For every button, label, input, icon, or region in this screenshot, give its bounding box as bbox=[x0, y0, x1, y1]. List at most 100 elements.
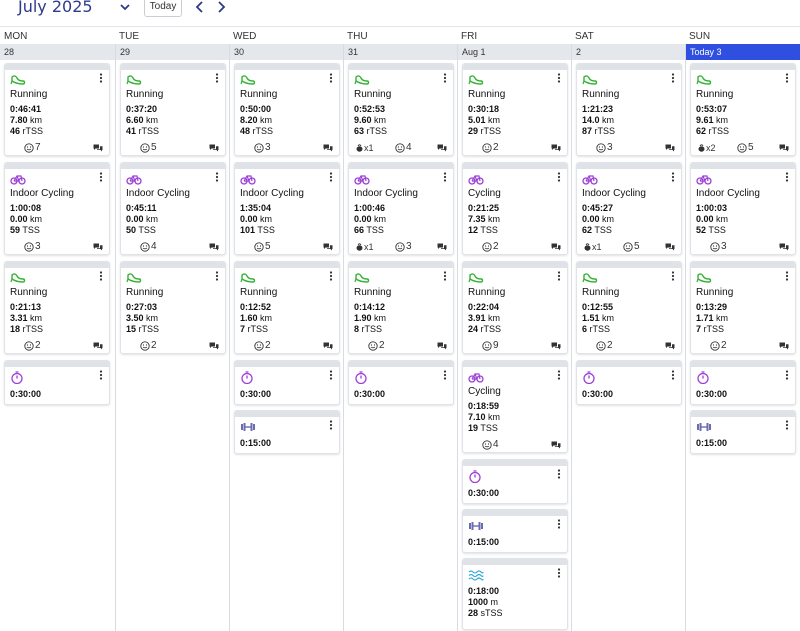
comments-icon[interactable] bbox=[779, 144, 789, 152]
more-vertical-icon[interactable] bbox=[215, 172, 219, 182]
smiley-icon[interactable]: 2 bbox=[140, 340, 160, 352]
more-vertical-icon[interactable] bbox=[557, 271, 561, 281]
more-vertical-icon[interactable] bbox=[443, 73, 447, 83]
smiley-icon[interactable]: 2 bbox=[368, 340, 388, 352]
comments-icon[interactable] bbox=[551, 243, 561, 251]
comments-icon[interactable] bbox=[437, 342, 447, 350]
more-vertical-icon[interactable] bbox=[329, 172, 333, 182]
comments-icon[interactable] bbox=[209, 243, 219, 251]
more-vertical-icon[interactable] bbox=[785, 271, 789, 281]
chevron-left-icon[interactable] bbox=[195, 1, 205, 13]
comments-icon[interactable] bbox=[93, 144, 103, 152]
workout-card[interactable]: Indoor Cycling 1:00:03 0.00 km 52 TSS 3 bbox=[690, 162, 796, 255]
workout-card[interactable]: 0:15:00 bbox=[690, 410, 796, 454]
more-vertical-icon[interactable] bbox=[443, 172, 447, 182]
workout-card[interactable]: Running 0:53:07 9.61 km 62 rTSS x2 5 bbox=[690, 63, 796, 156]
workout-card[interactable]: Running 0:46:41 7.80 km 46 rTSS 7 bbox=[4, 63, 110, 156]
comments-icon[interactable] bbox=[665, 243, 675, 251]
smiley-icon[interactable]: 2 bbox=[482, 241, 502, 253]
workout-card[interactable]: 0:30:00 bbox=[348, 360, 454, 405]
workout-card[interactable]: Indoor Cycling 0:45:11 0.00 km 50 TSS 4 bbox=[120, 162, 226, 255]
workout-card[interactable]: Running 1:21:23 14.0 km 87 rTSS 3 bbox=[576, 63, 682, 156]
comments-icon[interactable] bbox=[437, 243, 447, 251]
more-vertical-icon[interactable] bbox=[557, 469, 561, 479]
workout-card[interactable]: Indoor Cycling 0:45:27 0.00 km 62 TSS x1 5 bbox=[576, 162, 682, 255]
comments-icon[interactable] bbox=[779, 342, 789, 350]
smiley-icon[interactable]: 3 bbox=[395, 241, 415, 253]
smiley-icon[interactable]: 2 bbox=[254, 340, 274, 352]
more-vertical-icon[interactable] bbox=[557, 370, 561, 380]
smiley-icon[interactable]: 7 bbox=[24, 142, 44, 154]
more-vertical-icon[interactable] bbox=[329, 73, 333, 83]
month-title[interactable]: July 2025 bbox=[18, 0, 93, 16]
comments-icon[interactable] bbox=[323, 243, 333, 251]
workout-card[interactable]: Running 0:13:29 1.71 km 7 rTSS 2 bbox=[690, 261, 796, 354]
workout-card[interactable]: 0:15:00 bbox=[234, 410, 340, 454]
more-vertical-icon[interactable] bbox=[785, 370, 789, 380]
comments-icon[interactable] bbox=[551, 342, 561, 350]
today-button[interactable]: Today bbox=[144, 0, 182, 17]
smiley-icon[interactable]: 5 bbox=[254, 241, 274, 253]
smiley-icon[interactable]: 2 bbox=[482, 142, 502, 154]
workout-card[interactable]: 0:30:00 bbox=[4, 360, 110, 405]
smiley-icon[interactable]: 9 bbox=[482, 340, 502, 352]
smiley-icon[interactable]: 4 bbox=[140, 241, 160, 253]
smiley-icon[interactable]: 3 bbox=[710, 241, 730, 253]
smiley-icon[interactable]: 2 bbox=[24, 340, 44, 352]
workout-card[interactable]: Running 0:12:52 1.60 km 7 rTSS 2 bbox=[234, 261, 340, 354]
workout-card[interactable]: Indoor Cycling 1:00:08 0.00 km 59 TSS 3 bbox=[4, 162, 110, 255]
comments-icon[interactable] bbox=[323, 144, 333, 152]
smiley-icon[interactable]: 3 bbox=[596, 142, 616, 154]
workout-card[interactable]: Running 0:52:53 9.60 km 63 rTSS x1 4 bbox=[348, 63, 454, 156]
workout-card[interactable]: 0:30:00 bbox=[234, 360, 340, 405]
comments-icon[interactable] bbox=[209, 144, 219, 152]
more-vertical-icon[interactable] bbox=[99, 271, 103, 281]
comments-icon[interactable] bbox=[93, 342, 103, 350]
more-vertical-icon[interactable] bbox=[215, 271, 219, 281]
more-vertical-icon[interactable] bbox=[329, 370, 333, 380]
comments-icon[interactable] bbox=[209, 342, 219, 350]
comments-icon[interactable] bbox=[551, 441, 561, 449]
smiley-icon[interactable]: 5 bbox=[140, 142, 160, 154]
comments-icon[interactable] bbox=[93, 243, 103, 251]
smiley-icon[interactable]: 5 bbox=[623, 241, 643, 253]
more-vertical-icon[interactable] bbox=[99, 370, 103, 380]
workout-card[interactable]: Running 0:22:04 3.91 km 24 rTSS 9 bbox=[462, 261, 568, 354]
more-vertical-icon[interactable] bbox=[785, 73, 789, 83]
more-vertical-icon[interactable] bbox=[329, 271, 333, 281]
more-vertical-icon[interactable] bbox=[671, 370, 675, 380]
more-vertical-icon[interactable] bbox=[443, 370, 447, 380]
smiley-icon[interactable]: 4 bbox=[395, 142, 415, 154]
comments-icon[interactable] bbox=[437, 144, 447, 152]
workout-card[interactable]: 0:30:00 bbox=[576, 360, 682, 405]
smiley-icon[interactable]: 5 bbox=[737, 142, 757, 154]
comments-icon[interactable] bbox=[665, 144, 675, 152]
workout-card[interactable]: Running 0:37:20 6.60 km 41 rTSS 5 bbox=[120, 63, 226, 156]
more-vertical-icon[interactable] bbox=[99, 172, 103, 182]
more-vertical-icon[interactable] bbox=[557, 568, 561, 578]
workout-card[interactable]: 0:15:00 bbox=[462, 509, 568, 553]
more-vertical-icon[interactable] bbox=[557, 519, 561, 529]
comments-icon[interactable] bbox=[323, 342, 333, 350]
more-vertical-icon[interactable] bbox=[785, 172, 789, 182]
workout-card[interactable]: 0:30:00 bbox=[462, 459, 568, 504]
chevron-right-icon[interactable] bbox=[216, 1, 226, 13]
more-vertical-icon[interactable] bbox=[671, 172, 675, 182]
comments-icon[interactable] bbox=[665, 342, 675, 350]
workout-card[interactable]: Running 0:12:55 1.51 km 6 rTSS 2 bbox=[576, 261, 682, 354]
comments-icon[interactable] bbox=[779, 243, 789, 251]
workout-card[interactable]: Indoor Cycling 1:00:46 0.00 km 66 TSS x1 3 bbox=[348, 162, 454, 255]
workout-card[interactable]: Running 0:30:18 5.01 km 29 rTSS 2 bbox=[462, 63, 568, 156]
comments-icon[interactable] bbox=[551, 144, 561, 152]
smiley-icon[interactable]: 4 bbox=[482, 439, 502, 451]
more-vertical-icon[interactable] bbox=[557, 73, 561, 83]
smiley-icon[interactable]: 2 bbox=[596, 340, 616, 352]
chevron-down-icon[interactable] bbox=[119, 1, 131, 13]
more-vertical-icon[interactable] bbox=[215, 73, 219, 83]
workout-card[interactable]: Running 0:14:12 1.90 km 8 rTSS 2 bbox=[348, 261, 454, 354]
more-vertical-icon[interactable] bbox=[671, 271, 675, 281]
workout-card[interactable]: Cycling 0:21:25 7.35 km 12 TSS 2 bbox=[462, 162, 568, 255]
workout-card[interactable]: Cycling 0:18:59 7.10 km 19 TSS 4 bbox=[462, 360, 568, 453]
smiley-icon[interactable]: 3 bbox=[254, 142, 274, 154]
more-vertical-icon[interactable] bbox=[785, 420, 789, 430]
